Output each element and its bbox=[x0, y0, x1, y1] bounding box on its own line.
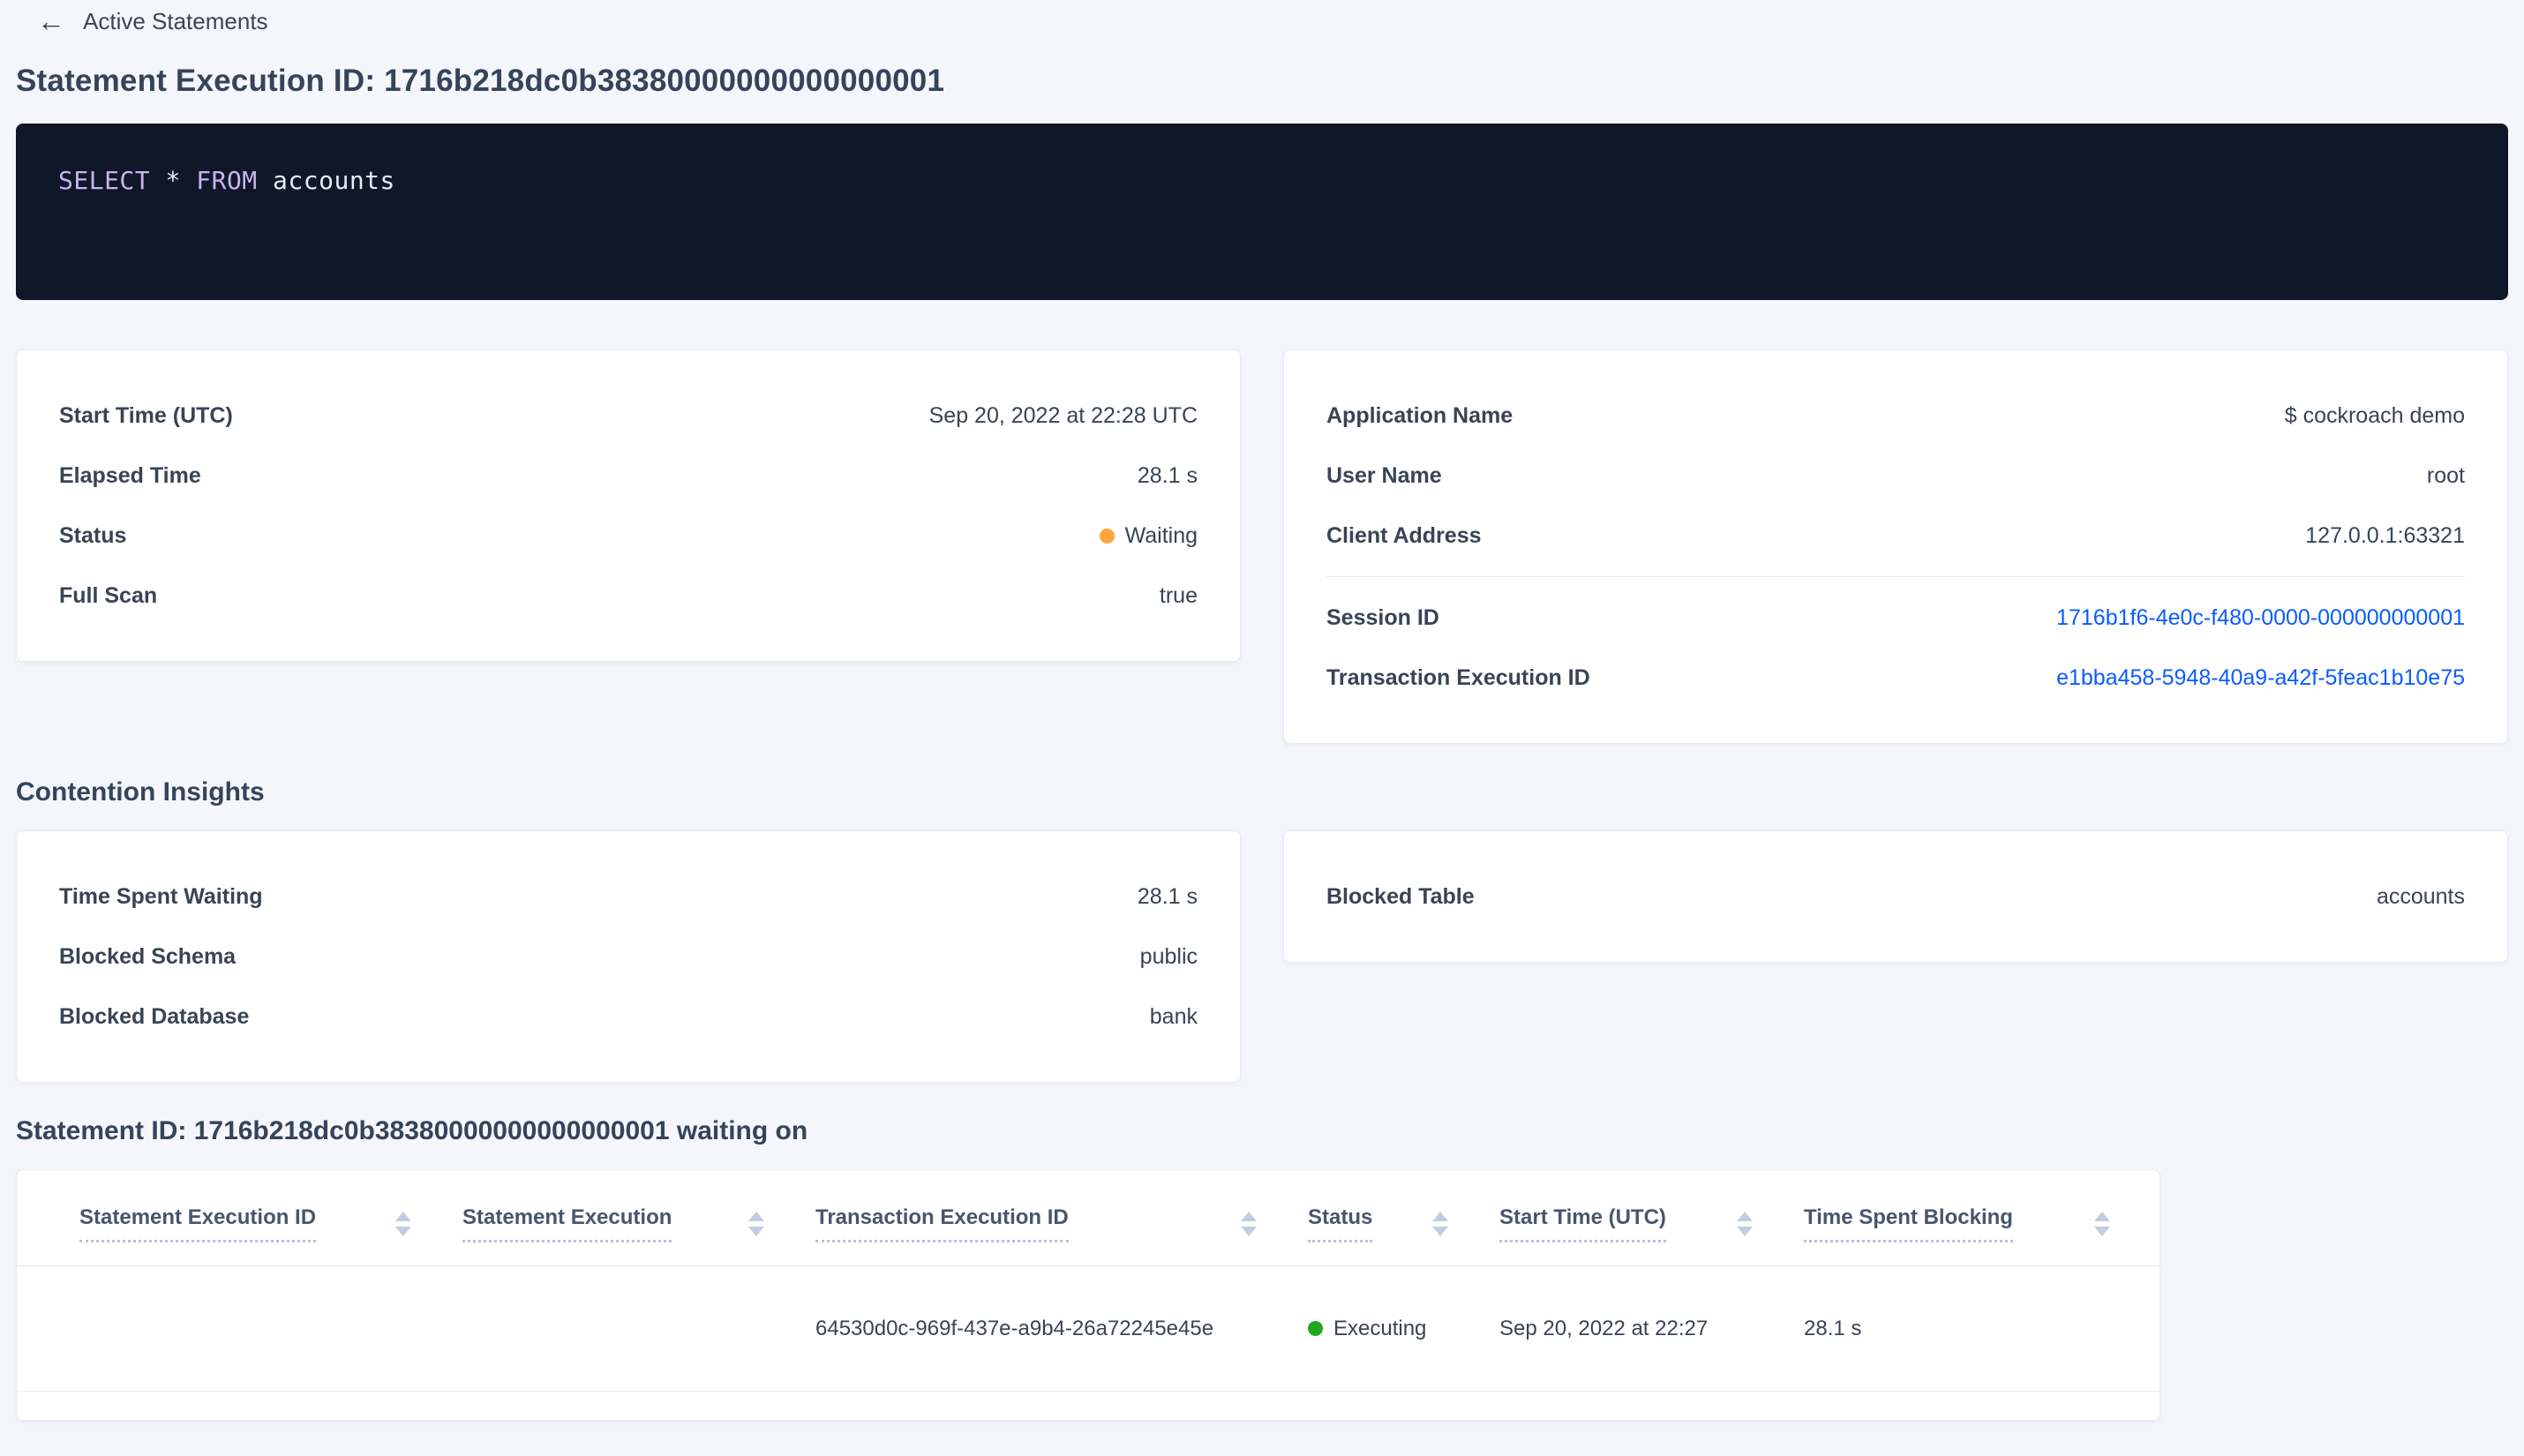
sort-icon bbox=[1737, 1212, 1753, 1236]
cell-transaction-execution-id: 64530d0c-969f-437e-a9b4-26a72245e45e bbox=[815, 1265, 1308, 1392]
sort-icon bbox=[1432, 1212, 1448, 1236]
client-address-label: Client Address bbox=[1326, 522, 1482, 548]
session-id-label: Session ID bbox=[1326, 604, 1439, 630]
session-id-row: Session ID 1716b1f6-4e0c-f480-0000-00000… bbox=[1326, 588, 2465, 648]
sql-statement-box: SELECT * FROM accounts bbox=[16, 124, 2508, 300]
transaction-execution-id-row: Transaction Execution ID e1bba458-5948-4… bbox=[1326, 648, 2465, 708]
time-spent-waiting-row: Time Spent Waiting 28.1 s bbox=[59, 867, 1198, 927]
waiting-on-table-card: Statement Execution ID Statement Executi… bbox=[16, 1169, 2160, 1421]
table-row: 64530d0c-969f-437e-a9b4-26a72245e45e Exe… bbox=[17, 1265, 2160, 1392]
cell-statement-execution-id bbox=[17, 1265, 462, 1392]
blocked-table-value: accounts bbox=[2376, 883, 2465, 909]
application-name-value: $ cockroach demo bbox=[2284, 402, 2465, 428]
column-header-start-time[interactable]: Start Time (UTC) bbox=[1499, 1170, 1804, 1266]
status-label: Status bbox=[59, 522, 127, 548]
contention-cards-row: Time Spent Waiting 28.1 s Blocked Schema… bbox=[16, 830, 2508, 1083]
transaction-execution-id-label: Transaction Execution ID bbox=[1326, 664, 1590, 690]
column-header-statement-execution-id[interactable]: Statement Execution ID bbox=[17, 1170, 462, 1266]
blocked-table-card: Blocked Table accounts bbox=[1283, 830, 2508, 963]
cell-time-spent-blocking: 28.1 s bbox=[1804, 1265, 2160, 1392]
cell-status: Executing bbox=[1308, 1265, 1499, 1392]
statement-execution-details-page: ← Active Statements Statement Execution … bbox=[0, 0, 2524, 1421]
back-arrow-icon: ← bbox=[37, 5, 65, 37]
executing-status-dot-icon bbox=[1308, 1321, 1323, 1336]
time-spent-waiting-label: Time Spent Waiting bbox=[59, 883, 263, 909]
start-time-value: Sep 20, 2022 at 22:28 UTC bbox=[928, 402, 1198, 428]
session-card-divider bbox=[1326, 576, 2465, 577]
cell-statement-execution bbox=[462, 1265, 815, 1392]
blocked-database-row: Blocked Database bank bbox=[59, 987, 1198, 1047]
full-scan-label: Full Scan bbox=[59, 582, 158, 608]
column-header-transaction-execution-id[interactable]: Transaction Execution ID bbox=[815, 1170, 1308, 1266]
contention-insights-heading: Contention Insights bbox=[16, 777, 265, 807]
cell-status-value: Executing bbox=[1333, 1316, 1427, 1340]
waiting-status-dot-icon bbox=[1099, 528, 1115, 544]
session-details-card: Application Name $ cockroach demo User N… bbox=[1283, 349, 2508, 744]
sql-table-name: accounts bbox=[273, 166, 395, 195]
elapsed-time-value: 28.1 s bbox=[1137, 462, 1198, 488]
blocked-table-label: Blocked Table bbox=[1326, 883, 1475, 909]
application-name-row: Application Name $ cockroach demo bbox=[1326, 386, 2465, 446]
elapsed-time-row: Elapsed Time 28.1 s bbox=[59, 446, 1198, 506]
user-name-row: User Name root bbox=[1326, 446, 2465, 506]
column-header-time-spent-blocking[interactable]: Time Spent Blocking bbox=[1804, 1170, 2160, 1266]
waiting-on-heading: Statement ID: 1716b218dc0b38380000000000… bbox=[16, 1116, 808, 1145]
start-time-label: Start Time (UTC) bbox=[59, 402, 233, 428]
blocked-schema-value: public bbox=[1139, 943, 1198, 969]
application-name-label: Application Name bbox=[1326, 402, 1514, 428]
start-time-row: Start Time (UTC) Sep 20, 2022 at 22:28 U… bbox=[59, 386, 1198, 446]
client-address-value: 127.0.0.1:63321 bbox=[2305, 522, 2465, 548]
column-header-time-spent-blocking-label: Time Spent Blocking bbox=[1804, 1205, 2013, 1242]
column-header-start-time-label: Start Time (UTC) bbox=[1499, 1205, 1666, 1242]
blocked-database-label: Blocked Database bbox=[59, 1003, 250, 1029]
full-scan-row: Full Scan true bbox=[59, 566, 1198, 626]
sort-icon bbox=[2094, 1212, 2110, 1236]
status-badge: Waiting bbox=[1099, 522, 1198, 549]
session-id-link[interactable]: 1716b1f6-4e0c-f480-0000-000000000001 bbox=[2056, 605, 2465, 631]
sql-keyword-select: SELECT bbox=[58, 166, 151, 195]
page-title: Statement Execution ID: 1716b218dc0b3838… bbox=[16, 64, 945, 98]
status-row: Status Waiting bbox=[59, 506, 1198, 566]
status-value: Waiting bbox=[1124, 522, 1198, 548]
sort-icon bbox=[395, 1212, 411, 1236]
blocked-database-value: bank bbox=[1149, 1003, 1198, 1029]
column-header-status[interactable]: Status bbox=[1308, 1170, 1499, 1266]
user-name-value: root bbox=[2426, 462, 2465, 488]
column-header-statement-execution-id-label: Statement Execution ID bbox=[79, 1205, 317, 1242]
column-header-status-label: Status bbox=[1308, 1205, 1373, 1242]
blocked-schema-label: Blocked Schema bbox=[59, 943, 237, 969]
elapsed-time-label: Elapsed Time bbox=[59, 462, 201, 488]
sort-icon bbox=[1241, 1212, 1257, 1236]
execution-details-card: Start Time (UTC) Sep 20, 2022 at 22:28 U… bbox=[16, 349, 1241, 662]
transaction-execution-id-link[interactable]: e1bba458-5948-40a9-a42f-5feac1b10e75 bbox=[2056, 665, 2465, 691]
contention-waiting-card: Time Spent Waiting 28.1 s Blocked Schema… bbox=[16, 830, 1241, 1083]
column-header-transaction-execution-id-label: Transaction Execution ID bbox=[815, 1205, 1069, 1242]
blocked-table-row: Blocked Table accounts bbox=[1326, 867, 2465, 927]
blocked-schema-row: Blocked Schema public bbox=[59, 927, 1198, 987]
user-name-label: User Name bbox=[1326, 462, 1442, 488]
overview-cards-row: Start Time (UTC) Sep 20, 2022 at 22:28 U… bbox=[16, 349, 2508, 744]
waiting-on-table: Statement Execution ID Statement Executi… bbox=[17, 1170, 2160, 1392]
back-link-label: Active Statements bbox=[83, 7, 268, 34]
time-spent-waiting-value: 28.1 s bbox=[1137, 883, 1198, 909]
column-header-statement-execution-label: Statement Execution bbox=[462, 1205, 672, 1242]
sql-keyword-from: FROM bbox=[196, 166, 258, 195]
back-link[interactable]: ← Active Statements bbox=[37, 0, 268, 35]
table-header-row: Statement Execution ID Statement Executi… bbox=[17, 1170, 2160, 1266]
client-address-row: Client Address 127.0.0.1:63321 bbox=[1326, 506, 2465, 566]
sql-star: * bbox=[165, 166, 181, 195]
column-header-statement-execution[interactable]: Statement Execution bbox=[462, 1170, 815, 1266]
full-scan-value: true bbox=[1159, 582, 1198, 608]
cell-start-time: Sep 20, 2022 at 22:27 bbox=[1499, 1265, 1804, 1392]
sort-icon bbox=[748, 1212, 764, 1236]
